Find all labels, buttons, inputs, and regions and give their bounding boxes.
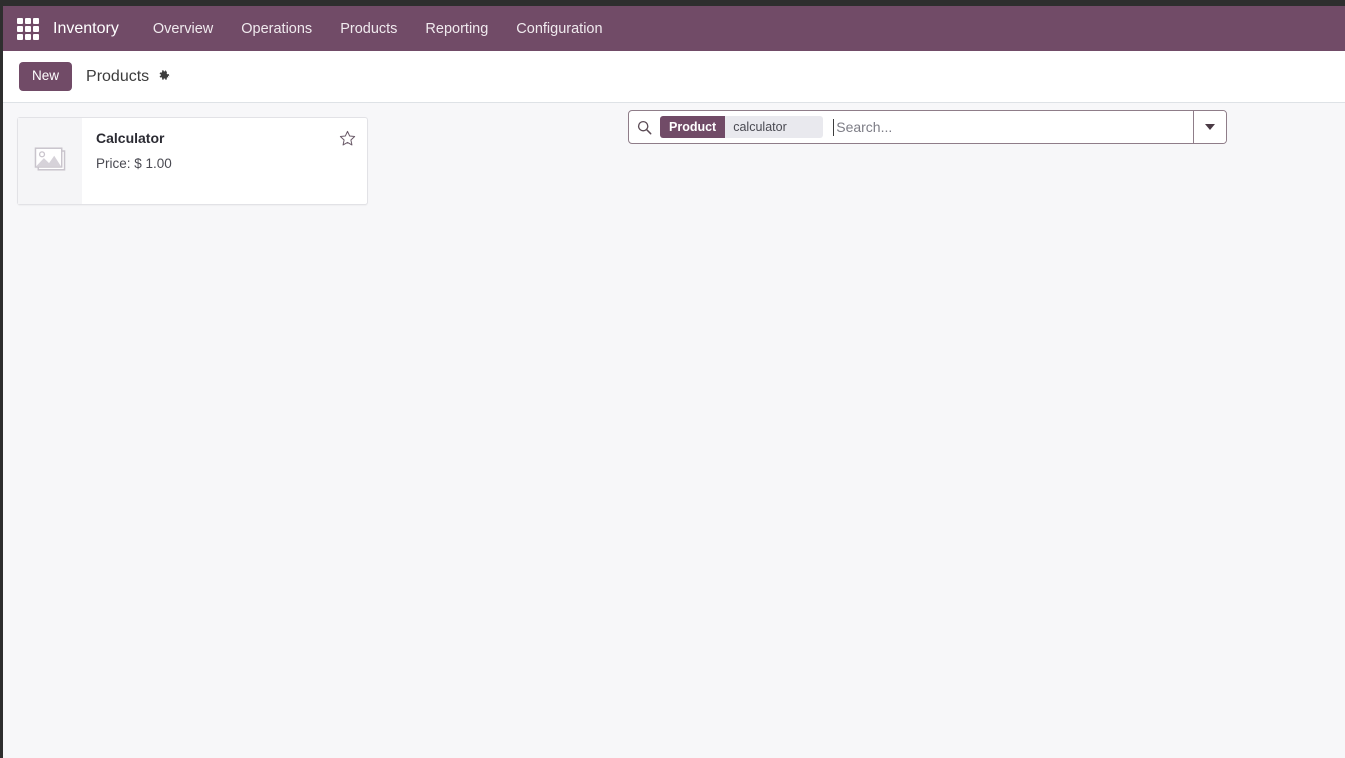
browser-left-rail bbox=[0, 0, 3, 758]
card-body: Calculator Price: $ 1.00 bbox=[82, 118, 367, 204]
apps-grid-dot bbox=[33, 17, 39, 24]
search-facet-field-label: Product bbox=[660, 116, 726, 138]
breadcrumb: Products bbox=[86, 68, 171, 86]
apps-grid-dot bbox=[17, 33, 23, 40]
control-panel-left: New Products bbox=[19, 62, 171, 91]
app-brand-name[interactable]: Inventory bbox=[53, 20, 119, 38]
image-placeholder-icon bbox=[31, 144, 69, 179]
product-image bbox=[18, 118, 82, 204]
nav-item-reporting[interactable]: Reporting bbox=[415, 17, 498, 41]
nav-item-operations[interactable]: Operations bbox=[231, 17, 322, 41]
apps-grid-dot bbox=[33, 25, 39, 32]
kanban-content-area: Calculator Price: $ 1.00 bbox=[3, 103, 1345, 758]
navbar-menu: Overview Operations Products Reporting C… bbox=[143, 17, 621, 41]
kanban-card-calculator[interactable]: Calculator Price: $ 1.00 bbox=[17, 117, 368, 205]
control-panel: New Products Product calculator Search..… bbox=[3, 51, 1345, 144]
apps-grid-dot bbox=[33, 33, 39, 40]
search-facet-value: calculator bbox=[725, 116, 824, 138]
apps-grid-dot bbox=[17, 25, 23, 32]
nav-item-products[interactable]: Products bbox=[330, 17, 407, 41]
search-facet-product[interactable]: Product calculator bbox=[660, 116, 824, 138]
search-input[interactable]: Search... bbox=[834, 119, 892, 135]
apps-grid-icon[interactable] bbox=[17, 17, 39, 40]
chevron-down-icon bbox=[1205, 124, 1215, 130]
star-outline-icon[interactable] bbox=[339, 130, 356, 147]
nav-item-overview[interactable]: Overview bbox=[143, 17, 223, 41]
apps-grid-dot bbox=[25, 33, 31, 40]
search-icon bbox=[637, 120, 652, 135]
apps-grid-dot bbox=[17, 17, 23, 24]
gear-icon[interactable] bbox=[157, 69, 171, 83]
browser-top-strip bbox=[0, 0, 1345, 6]
apps-grid-dot bbox=[25, 25, 31, 32]
search-dropdown-toggle[interactable] bbox=[1193, 111, 1226, 143]
main-navbar: Inventory Overview Operations Products R… bbox=[3, 6, 1345, 51]
product-price: Price: $ 1.00 bbox=[96, 156, 172, 171]
search-input-wrapper[interactable]: Product calculator Search... bbox=[629, 111, 1193, 143]
search-view[interactable]: Product calculator Search... bbox=[628, 110, 1227, 144]
product-name: Calculator bbox=[96, 130, 165, 146]
odoo-app-root: Inventory Overview Operations Products R… bbox=[3, 6, 1345, 758]
breadcrumb-current: Products bbox=[86, 67, 150, 85]
nav-item-configuration[interactable]: Configuration bbox=[506, 17, 612, 41]
new-record-button[interactable]: New bbox=[19, 62, 73, 91]
apps-grid-dot bbox=[25, 17, 31, 24]
